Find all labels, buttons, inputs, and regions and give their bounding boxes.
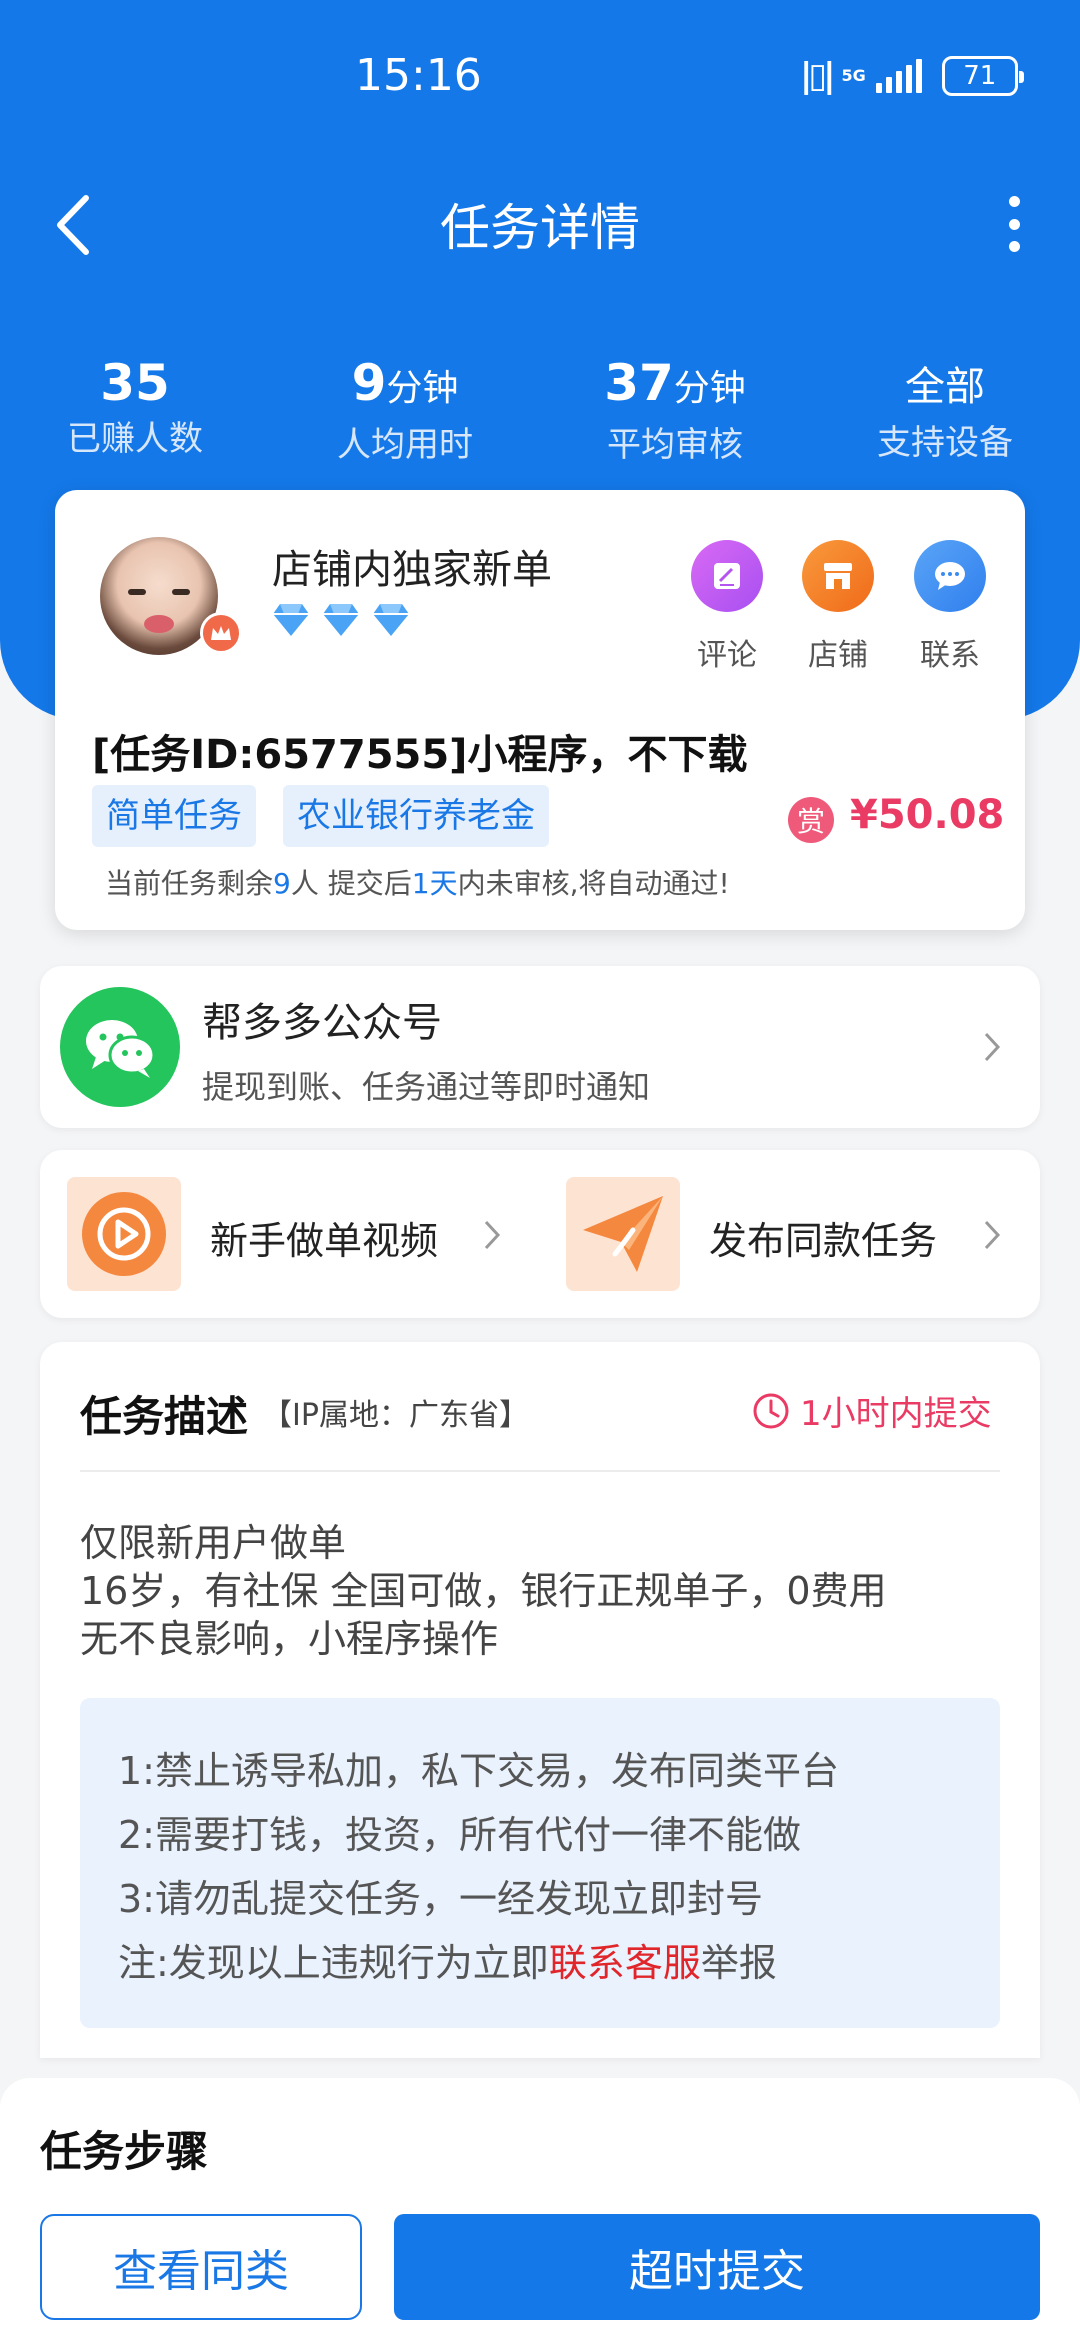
stat-avg-time: 9分钟 人均用时 xyxy=(270,350,540,468)
note-text: 当前任务剩余 xyxy=(105,867,274,900)
comment-button[interactable]: 评论 xyxy=(672,540,782,674)
stat-label: 平均审核 xyxy=(607,425,743,465)
rule-item: 1:禁止诱导私加，私下交易，发布同类平台 xyxy=(118,1749,839,1793)
stat-value: 37 xyxy=(604,354,674,412)
stat-devices: 全部 支持设备 xyxy=(810,350,1080,466)
contact-service-link[interactable]: 联系客服 xyxy=(549,1941,701,1985)
wechat-subtitle: 提现到账、任务通过等即时通知 xyxy=(202,1068,651,1106)
store-icon xyxy=(802,540,874,612)
divider xyxy=(80,1470,1000,1472)
review-days: 1天 xyxy=(411,867,458,900)
description-line: 仅限新用户做单 xyxy=(80,1521,347,1565)
rule-item: 2:需要打钱，投资，所有代付一律不能做 xyxy=(118,1813,801,1857)
note-text: 内未审核,将自动通过! xyxy=(457,867,730,900)
more-vertical-icon xyxy=(1008,196,1020,207)
task-title: [任务ID:6577555]小程序，不下载 xyxy=(92,732,748,778)
comment-icon xyxy=(691,540,763,612)
chat-icon xyxy=(914,540,986,612)
play-icon xyxy=(82,1192,166,1276)
contact-label: 联系 xyxy=(920,638,980,673)
video-tutorial-label[interactable]: 新手做单视频 xyxy=(210,1210,438,1265)
view-similar-button[interactable]: 查看同类 xyxy=(40,2214,362,2320)
description-line: 16岁，有社保 全国可做，银行正规单子，0费用 xyxy=(80,1569,887,1613)
stat-unit: 分钟 xyxy=(386,368,459,409)
stat-label: 支持设备 xyxy=(877,423,1013,463)
stat-value: 全部 xyxy=(905,364,985,410)
stat-earned: 35 已赚人数 xyxy=(0,350,270,462)
stat-label: 已赚人数 xyxy=(67,419,203,459)
chevron-right-icon xyxy=(984,1032,1001,1062)
contact-button[interactable]: 联系 xyxy=(895,540,1005,674)
stat-value: 9 xyxy=(351,354,387,412)
status-icons: |▯| 5G 71 xyxy=(800,56,1024,96)
task-note: 当前任务剩余9人 提交后1天内未审核,将自动通过! xyxy=(105,862,730,902)
stat-label: 人均用时 xyxy=(337,425,473,465)
description-line: 无不良影响，小程序操作 xyxy=(80,1617,499,1661)
diamond-icon xyxy=(373,604,409,636)
comment-label: 评论 xyxy=(697,638,757,673)
more-button[interactable] xyxy=(1004,196,1024,252)
publish-task-label[interactable]: 发布同款任务 xyxy=(709,1210,937,1265)
rule-note-text: 举报 xyxy=(700,1941,777,1985)
store-label: 店铺 xyxy=(808,638,868,673)
page-title: 任务详情 xyxy=(440,199,640,257)
rule-item: 3:请勿乱提交任务，一经发现立即封号 xyxy=(118,1877,763,1921)
submit-button[interactable]: 超时提交 xyxy=(394,2214,1040,2320)
vibrate-icon: |▯| xyxy=(800,56,835,96)
reward-badge: 赏 xyxy=(788,797,834,843)
network-label: 5G xyxy=(841,66,866,85)
rule-note: 注:发现以上违规行为立即联系客服举报 xyxy=(118,1932,777,1987)
tag-simple: 简单任务 xyxy=(92,785,256,847)
deadline: 1小时内提交 xyxy=(752,1386,992,1435)
stat-avg-review: 37分钟 平均审核 xyxy=(540,350,810,468)
remaining-count: 9 xyxy=(273,867,291,900)
signal-icon xyxy=(875,59,922,93)
shop-name[interactable]: 店铺内独家新单 xyxy=(272,537,552,595)
wechat-icon xyxy=(60,987,180,1107)
tag-category: 农业银行养老金 xyxy=(283,785,549,847)
diamond-icon xyxy=(323,604,359,636)
chevron-right-icon xyxy=(984,1220,1001,1250)
stat-unit: 分钟 xyxy=(673,368,746,409)
chevron-right-icon xyxy=(484,1220,501,1250)
store-button[interactable]: 店铺 xyxy=(783,540,893,674)
description-title: 任务描述 xyxy=(80,1392,249,1441)
steps-title: 任务步骤 xyxy=(40,2127,209,2176)
rule-note-text: 注:发现以上违规行为立即 xyxy=(118,1941,549,1985)
clock-icon xyxy=(753,1393,789,1428)
status-time: 15:16 xyxy=(355,50,482,101)
diamond-icon xyxy=(273,604,309,636)
reward-amount: ¥50.08 xyxy=(850,792,1005,838)
video-tutorial-button[interactable] xyxy=(67,1177,181,1291)
battery-level: 71 xyxy=(963,61,997,91)
deadline-text: 1小时内提交 xyxy=(800,1394,992,1434)
wechat-title: 帮多多公众号 xyxy=(202,1000,442,1046)
publish-task-button[interactable] xyxy=(566,1177,680,1291)
ip-location: 【IP属地：广东省】 xyxy=(262,1398,529,1433)
level-diamonds xyxy=(272,602,410,638)
send-icon xyxy=(583,1196,663,1272)
battery-icon: 71 xyxy=(941,56,1024,96)
crown-icon xyxy=(200,612,242,654)
note-text: 人 提交后 xyxy=(290,867,412,900)
stat-value: 35 xyxy=(100,354,170,412)
